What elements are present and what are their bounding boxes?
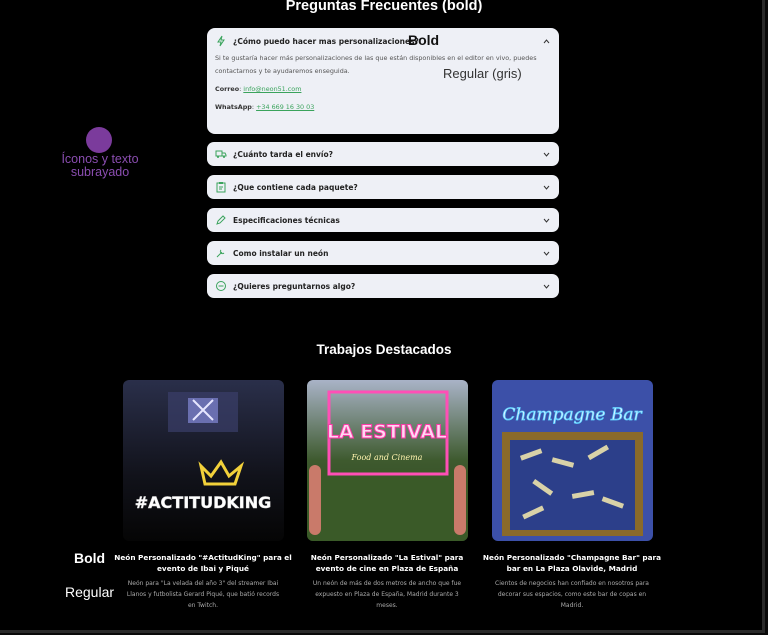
- image-neon-subtext: Food and Cinema: [351, 453, 423, 462]
- whatsapp-link[interactable]: +34 669 16 30 03: [256, 103, 314, 111]
- works-title: Trabajos Destacados: [316, 342, 452, 357]
- faq-question: ¿Cuánto tarda el envío?: [233, 149, 333, 159]
- chevron-down-icon[interactable]: [542, 282, 551, 291]
- image-neon-text: Champagne Bar: [502, 405, 642, 425]
- chevron-down-icon[interactable]: [542, 183, 551, 192]
- pencil-icon: [215, 214, 227, 226]
- truck-icon: [215, 148, 227, 160]
- annotation-dot: [86, 127, 112, 153]
- annotation-side-regular: Regular: [65, 584, 115, 600]
- minus-circle-icon: [215, 280, 227, 292]
- image-neon-text: #ACTITUDKING: [135, 493, 271, 512]
- faq-item-shipping[interactable]: ¿Cuánto tarda el envío?: [207, 142, 559, 166]
- work-image[interactable]: #ACTITUDKING: [123, 380, 284, 541]
- whatsapp-label: WhatsApp: [215, 103, 252, 111]
- work-title: Neón Personalizado "La Estival" para eve…: [310, 553, 464, 573]
- clipboard-icon: [215, 181, 227, 193]
- work-title: Neón Personalizado "Champagne Bar" para …: [482, 553, 662, 573]
- faq-question: ¿Que contiene cada paquete?: [233, 182, 358, 192]
- work-description: Neón para "La velada del año 3" del stre…: [126, 580, 280, 609]
- whatsapp-line: WhatsApp: +34 669 16 30 03: [215, 103, 315, 111]
- chevron-down-icon[interactable]: [542, 150, 551, 159]
- faq-question: ¿Cómo puedo hacer mas personalizaciones?: [233, 36, 419, 46]
- work-card-champagne-bar[interactable]: Champagne Bar Neón Personalizado "Champa…: [483, 380, 661, 611]
- faq-item-contact[interactable]: ¿Quieres preguntarnos algo?: [207, 274, 559, 298]
- work-description: Un neón de más de dos metros de ancho qu…: [312, 580, 462, 609]
- work-title: Neón Personalizado "#ActitudKing" para e…: [114, 553, 292, 573]
- work-description: Cientos de negocios han confiado en noso…: [495, 580, 649, 609]
- faq-question: Especificaciones técnicas: [233, 215, 340, 225]
- faq-item-package[interactable]: ¿Que contiene cada paquete?: [207, 175, 559, 199]
- bolt-icon: [215, 35, 227, 47]
- email-label: Correo: [215, 85, 240, 93]
- annotation-bold: Bold: [408, 32, 440, 48]
- image-neon-text: LA ESTIVAL: [327, 421, 447, 443]
- faq-question: Como instalar un neón: [233, 248, 329, 258]
- chevron-down-icon[interactable]: [542, 249, 551, 258]
- work-card-actitudking[interactable]: #ACTITUDKING Neón Personalizado "#Actitu…: [114, 380, 292, 611]
- annotation-side-bold: Bold: [74, 550, 106, 566]
- email-link[interactable]: info@neon51.com: [243, 85, 301, 93]
- work-image[interactable]: Champagne Bar: [492, 380, 653, 541]
- faq-item-open[interactable]: ¿Cómo puedo hacer mas personalizaciones?…: [207, 28, 559, 134]
- chevron-down-icon[interactable]: [542, 216, 551, 225]
- faq-title: Preguntas Frecuentes (bold): [285, 0, 483, 14]
- email-line: Correo: info@neon51.com: [215, 85, 302, 93]
- chevron-up-icon[interactable]: [542, 37, 551, 46]
- faq-item-specs[interactable]: Especificaciones técnicas: [207, 208, 559, 232]
- faq-question: ¿Quieres preguntarnos algo?: [233, 281, 356, 291]
- tools-icon: [215, 247, 227, 259]
- faq-item-install[interactable]: Como instalar un neón: [207, 241, 559, 265]
- annotation-icons-text: Íconos y texto subrayado: [61, 152, 139, 179]
- annotation-regular-gray: Regular (gris): [443, 66, 522, 81]
- work-image[interactable]: LA ESTIVAL Food and Cinema: [307, 380, 468, 541]
- work-card-la-estival[interactable]: LA ESTIVAL Food and Cinema Neón Personal…: [307, 380, 468, 611]
